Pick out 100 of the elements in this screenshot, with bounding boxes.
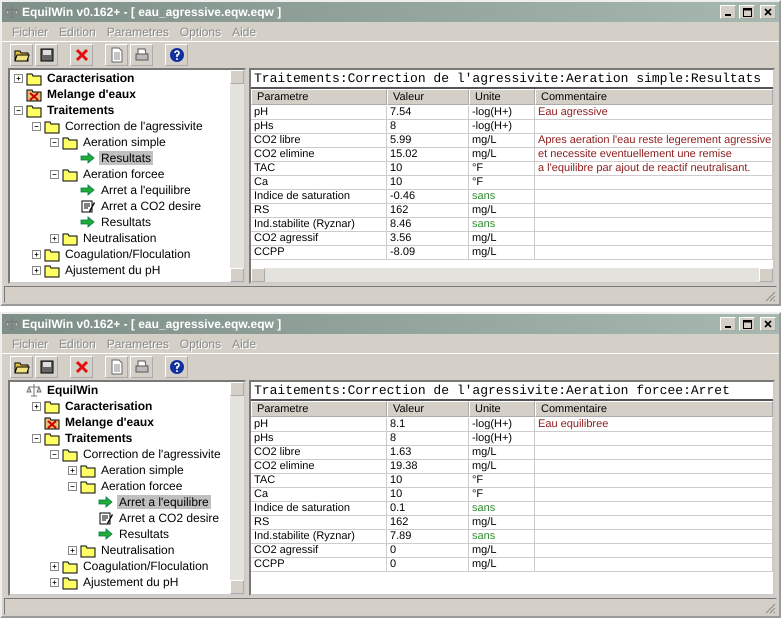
tree-item[interactable]: Traitements <box>45 103 116 117</box>
table-cell: CO2 elimine <box>251 460 387 474</box>
collapse-toggle-icon[interactable] <box>50 170 59 178</box>
tree-item[interactable]: Resultats <box>99 215 154 229</box>
print-icon <box>134 47 150 63</box>
open-folder-button[interactable] <box>10 356 33 378</box>
minimize-button[interactable] <box>720 5 736 19</box>
tree-item[interactable]: Arret a l'equilibre <box>117 495 211 509</box>
delete-button[interactable] <box>70 44 93 66</box>
tree-item[interactable]: Melange d'eaux <box>45 87 138 101</box>
collapse-toggle-icon[interactable] <box>50 138 59 146</box>
table-cell: sans <box>469 502 535 516</box>
document-button[interactable] <box>105 356 128 378</box>
save-button[interactable] <box>35 356 58 378</box>
help-button[interactable] <box>165 44 188 66</box>
vertical-scrollbar[interactable] <box>230 70 244 282</box>
help-icon <box>168 47 184 63</box>
tree-item[interactable]: Ajustement du pH <box>81 575 180 589</box>
tree-item[interactable]: Aeration simple <box>81 135 168 149</box>
table-cell: et necessite eventuellement une remise <box>535 148 773 162</box>
open-folder-button[interactable] <box>10 44 33 66</box>
table-cell: 162 <box>387 204 469 218</box>
tree-item[interactable]: Aeration simple <box>99 463 186 477</box>
print-button[interactable] <box>130 356 153 378</box>
expand-toggle-icon[interactable] <box>50 234 59 242</box>
collapse-toggle-icon[interactable] <box>14 106 23 114</box>
tree-item[interactable]: Caracterisation <box>63 399 154 413</box>
expand-toggle-icon[interactable] <box>32 402 41 410</box>
table-cell: TAC <box>251 474 387 488</box>
table-cell: 15.02 <box>387 148 469 162</box>
column-header[interactable]: Commentaire <box>535 89 773 105</box>
expand-toggle-icon[interactable] <box>68 546 77 554</box>
tree-item[interactable]: Resultats <box>99 151 154 165</box>
maximize-button[interactable] <box>739 5 755 19</box>
table-cell: mg/L <box>469 558 535 572</box>
table-cell: mg/L <box>469 544 535 558</box>
save-button[interactable] <box>35 44 58 66</box>
minimize-button[interactable] <box>720 317 736 331</box>
close-button[interactable] <box>760 317 776 331</box>
table-cell: sans <box>469 530 535 544</box>
tree-item[interactable]: Aeration forcee <box>81 167 166 181</box>
tree-item[interactable]: Arret a CO2 desire <box>117 511 222 525</box>
tree-item[interactable]: Neutralisation <box>81 231 158 245</box>
horizontal-scrollbar[interactable] <box>251 268 773 282</box>
expand-toggle-icon[interactable] <box>32 250 41 258</box>
tree-item[interactable]: Correction de l'agressivite <box>63 119 205 133</box>
resize-grip-icon[interactable] <box>764 290 776 302</box>
close-button[interactable] <box>760 5 776 19</box>
maximize-icon <box>742 320 752 328</box>
tree-item[interactable]: Neutralisation <box>99 543 176 557</box>
document-button[interactable] <box>105 44 128 66</box>
vertical-scrollbar[interactable] <box>230 382 244 594</box>
table-cell: 162 <box>387 516 469 530</box>
delete-button[interactable] <box>70 356 93 378</box>
tree-item[interactable]: EquilWin <box>45 383 100 397</box>
tree-item[interactable]: Melange d'eaux <box>63 415 156 429</box>
table-cell: Ind.stabilite (Ryznar) <box>251 218 387 232</box>
tree-item[interactable]: Coagulation/Floculation <box>81 559 210 573</box>
table-cell: Eau equilibree <box>535 418 773 432</box>
tree-item[interactable]: Arret a CO2 desire <box>99 199 204 213</box>
column-header[interactable]: Parametre <box>251 89 387 105</box>
column-header[interactable]: Commentaire <box>535 401 773 417</box>
column-header[interactable]: Parametre <box>251 401 387 417</box>
table-cell: -0.46 <box>387 190 469 204</box>
tree-item[interactable]: Traitements <box>63 431 134 445</box>
collapse-toggle-icon[interactable] <box>50 450 59 458</box>
table-cell: 8 <box>387 432 469 446</box>
maximize-icon <box>742 8 752 16</box>
table-cell: 7.54 <box>387 106 469 120</box>
tree-item[interactable]: Correction de l'agressivite <box>81 447 223 461</box>
arrow-icon <box>98 494 114 510</box>
expand-toggle-icon[interactable] <box>32 266 41 274</box>
expand-toggle-icon[interactable] <box>50 578 59 586</box>
table-cell: Eau agressive <box>535 106 773 120</box>
expand-toggle-icon[interactable] <box>50 562 59 570</box>
column-header[interactable]: Unite <box>469 89 535 105</box>
collapse-toggle-icon[interactable] <box>32 434 41 442</box>
resize-grip-icon[interactable] <box>764 602 776 614</box>
arrow-icon <box>80 150 96 166</box>
table-cell: mg/L <box>469 516 535 530</box>
expand-toggle-icon[interactable] <box>68 466 77 474</box>
column-header[interactable]: Valeur <box>387 401 469 417</box>
column-header[interactable]: Valeur <box>387 89 469 105</box>
maximize-button[interactable] <box>739 317 755 331</box>
tree-item[interactable]: Resultats <box>117 527 172 541</box>
tree-item[interactable]: Ajustement du pH <box>63 263 162 277</box>
tree-item[interactable]: Arret a l'equilibre <box>99 183 193 197</box>
expand-toggle-icon[interactable] <box>14 74 23 82</box>
help-button[interactable] <box>165 356 188 378</box>
table-cell: Indice de saturation <box>251 190 387 204</box>
column-header[interactable]: Unite <box>469 401 535 417</box>
tree-item[interactable]: Coagulation/Floculation <box>63 247 192 261</box>
table-cell: mg/L <box>469 246 535 260</box>
collapse-toggle-icon[interactable] <box>68 482 77 490</box>
print-button[interactable] <box>130 44 153 66</box>
tree-item[interactable]: Caracterisation <box>45 71 136 85</box>
collapse-toggle-icon[interactable] <box>32 122 41 130</box>
tree-item[interactable]: Aeration forcee <box>99 479 184 493</box>
table-cell: CO2 elimine <box>251 148 387 162</box>
table-cell: °F <box>469 176 535 190</box>
